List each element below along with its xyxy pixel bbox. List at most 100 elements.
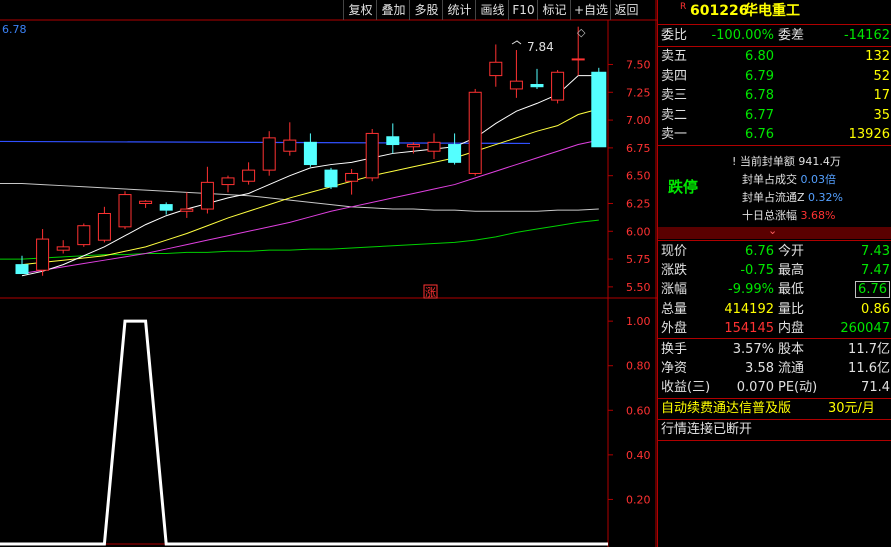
diamond-icon[interactable]: ◇ bbox=[577, 26, 586, 39]
stat-value: 260047 bbox=[840, 320, 890, 336]
stat-label: 内盘 bbox=[778, 320, 805, 336]
limit-status: 跌停 bbox=[668, 178, 699, 196]
stat-label: 涨跌 bbox=[661, 263, 688, 279]
candle-body[interactable] bbox=[571, 58, 585, 61]
candle-body[interactable] bbox=[509, 80, 523, 90]
stat-row: 外盘 154145 内盘 260047 bbox=[658, 319, 891, 338]
stat-label: 最高 bbox=[778, 263, 805, 279]
promo-text[interactable]: 自动续费通达信普及版 bbox=[661, 399, 791, 418]
ask-label: 卖二 bbox=[661, 107, 688, 123]
toolbar-button-3[interactable]: 统计 bbox=[442, 0, 476, 20]
ask-row[interactable]: 卖二 6.77 35 bbox=[658, 106, 891, 125]
toolbar-button-1[interactable]: 叠加 bbox=[376, 0, 410, 20]
seal-label: 十日总涨幅 bbox=[742, 209, 797, 222]
candle-body[interactable] bbox=[118, 194, 132, 228]
order-diff-label: 委差 bbox=[778, 28, 805, 43]
stat-row: 总量 414192 量比 0.86 bbox=[658, 300, 891, 319]
order-ratio-row: 委比 -100.00% 委差 -14162 bbox=[658, 26, 891, 45]
candle-body[interactable] bbox=[242, 169, 256, 182]
candle-body[interactable] bbox=[427, 141, 441, 152]
candle-body[interactable] bbox=[262, 137, 276, 171]
ask-price: 6.79 bbox=[745, 68, 774, 84]
ask-row[interactable]: 卖五 6.80 132 bbox=[658, 47, 891, 66]
corner-value: 6.78 bbox=[2, 23, 27, 36]
candle-body[interactable] bbox=[468, 91, 482, 174]
ask-volume: 13926 bbox=[848, 127, 890, 143]
fund-label: 流通 bbox=[778, 361, 805, 377]
order-ratio-value: -100.00% bbox=[711, 28, 774, 43]
candle-body[interactable] bbox=[200, 181, 214, 210]
candle-body[interactable] bbox=[345, 172, 359, 182]
stat-value: 154145 bbox=[724, 320, 774, 336]
toolbar-button-5[interactable]: F10 bbox=[508, 0, 538, 20]
seal-value: 941.4万 bbox=[798, 155, 841, 168]
main-tick-label: 7.50 bbox=[626, 58, 651, 71]
fund-label: 换手 bbox=[661, 342, 688, 357]
candle-body[interactable] bbox=[406, 144, 420, 148]
order-ratio-label: 委比 bbox=[661, 28, 688, 43]
candle-body[interactable] bbox=[283, 139, 297, 152]
toolbar-button-6[interactable]: 标记 bbox=[537, 0, 571, 20]
stat-value: 7.47 bbox=[861, 263, 890, 279]
candle-body[interactable] bbox=[159, 204, 173, 211]
kline-chart[interactable]: 7.50 7.25 7.00 6.75 6.50 6.25 6.00 5.75 5.50 1.00… bbox=[0, 0, 657, 547]
toolbar-button-0[interactable]: 复权 bbox=[343, 0, 377, 20]
chart-area[interactable]: 7.50 7.25 7.00 6.75 6.50 6.25 6.00 5.75 5.50 1.00… bbox=[0, 0, 657, 547]
candle-body[interactable] bbox=[551, 71, 565, 101]
fund-value: 71.4 bbox=[861, 380, 890, 396]
fund-value: 3.58 bbox=[745, 361, 774, 377]
candle-body[interactable] bbox=[221, 177, 235, 186]
main-tick-label: 6.25 bbox=[626, 197, 651, 210]
ask-row[interactable]: 卖三 6.78 17 bbox=[658, 86, 891, 105]
toolbar-button-7[interactable]: +自选 bbox=[570, 0, 611, 20]
candle-body[interactable] bbox=[324, 169, 338, 188]
quote-panel: R 601226 华电重工 委比 -100.00% 委差 -14162 卖五 6.… bbox=[657, 0, 891, 547]
candle-body[interactable] bbox=[139, 200, 153, 204]
candle-body[interactable] bbox=[180, 208, 194, 212]
stat-label: 涨幅 bbox=[661, 282, 688, 298]
ask-price: 6.77 bbox=[745, 107, 774, 123]
collapse-bar[interactable]: ⌄ bbox=[658, 224, 891, 239]
ask-row[interactable]: 卖四 6.79 52 bbox=[658, 67, 891, 86]
candle-body[interactable] bbox=[365, 132, 379, 179]
stat-row: 涨幅 -9.99% 最低 6.76 bbox=[658, 280, 891, 299]
fund-row: 净资 3.58 流通 11.6亿 bbox=[658, 359, 891, 378]
stat-label: 现价 bbox=[661, 244, 688, 259]
candle-body[interactable] bbox=[448, 144, 462, 163]
limit-status-box: 跌停 ! 当前封单额 941.4万 封单占成交 0.03倍 封单占流通Z 0.32%… bbox=[658, 146, 891, 226]
ask-volume: 52 bbox=[873, 68, 890, 84]
candle-body[interactable] bbox=[489, 61, 503, 77]
candle-body[interactable] bbox=[591, 71, 607, 148]
stat-label: 总量 bbox=[661, 301, 688, 317]
stat-value: 7.43 bbox=[861, 244, 890, 259]
promo-price[interactable]: 30元/月 bbox=[828, 399, 875, 418]
chevron-down-icon[interactable]: ⌄ bbox=[768, 224, 777, 237]
stat-label: 最低 bbox=[778, 282, 805, 298]
ask-label: 卖三 bbox=[661, 88, 688, 104]
stock-name: 华电重工 bbox=[744, 3, 800, 19]
ask-volume: 17 bbox=[873, 88, 890, 104]
candle-body[interactable] bbox=[15, 264, 29, 275]
candle-body[interactable] bbox=[56, 246, 70, 251]
ask-row[interactable]: 卖一 6.76 13926 bbox=[658, 125, 891, 144]
toolbar-button-8[interactable]: 返回 bbox=[610, 0, 642, 20]
limit-up-tag: 涨 bbox=[425, 286, 436, 299]
fund-label: 净资 bbox=[661, 361, 688, 377]
promo-row[interactable]: 自动续费通达信普及版 30元/月 bbox=[658, 399, 891, 418]
main-tick-label: 7.00 bbox=[626, 114, 651, 127]
stock-header: R 601226 华电重工 bbox=[658, 2, 891, 22]
main-tick-label: 5.75 bbox=[626, 253, 651, 266]
stock-code: 601226 bbox=[690, 3, 749, 19]
candle-body[interactable] bbox=[97, 212, 111, 241]
candle-body[interactable] bbox=[77, 225, 91, 246]
candle-body[interactable] bbox=[386, 136, 400, 146]
toolbar-button-2[interactable]: 多股 bbox=[409, 0, 443, 20]
candle-body[interactable] bbox=[530, 83, 544, 88]
connection-status: 行情连接已断开 bbox=[661, 422, 753, 437]
candle-body[interactable] bbox=[36, 238, 50, 271]
axis-labels: 7.50 7.25 7.00 6.75 6.50 6.25 6.00 5.75 5.50 1.00… bbox=[608, 58, 651, 506]
toolbar-button-4[interactable]: 画线 bbox=[475, 0, 509, 20]
high-marker-label: 7.84 bbox=[527, 40, 554, 54]
connection-status-row: 行情连接已断开 bbox=[658, 420, 891, 439]
candle-body[interactable] bbox=[303, 141, 317, 166]
